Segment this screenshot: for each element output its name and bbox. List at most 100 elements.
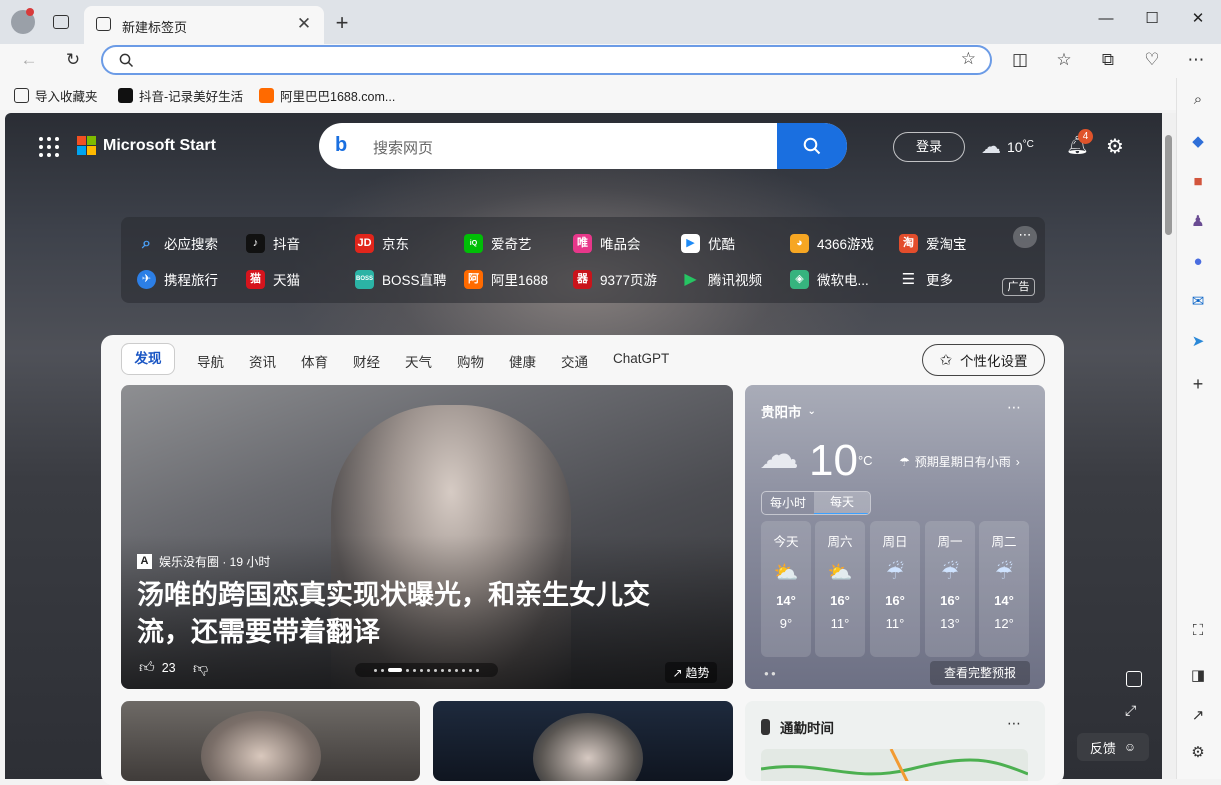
tab-finance[interactable]: 财经: [353, 351, 380, 371]
traffic-more-icon[interactable]: ⋯: [1007, 715, 1021, 732]
tab-new-tab[interactable]: 新建标签页 ✕: [84, 6, 324, 44]
weather-card-more-icon[interactable]: ⋯: [1007, 399, 1021, 416]
weather-pager-dots[interactable]: ● ●: [764, 669, 776, 678]
games-icon[interactable]: ♟: [1187, 211, 1209, 233]
new-tab-button[interactable]: +: [330, 12, 354, 36]
hero-headline[interactable]: 汤唯的跨国恋真实现状曝光，和亲生女儿交流，还需要带着翻译: [137, 577, 697, 651]
thumbs-down-icon[interactable]: 👎︎: [193, 660, 208, 678]
collections-icon[interactable]: ⧉: [1096, 48, 1120, 72]
quicklink-1688[interactable]: 阿阿里1688: [464, 269, 548, 289]
toggle-hourly[interactable]: 每小时: [762, 492, 814, 514]
quicklinks-more-options-icon[interactable]: ⋯: [1013, 226, 1037, 248]
tab-weather[interactable]: 天气: [405, 351, 432, 371]
address-bar[interactable]: ☆: [101, 45, 992, 75]
quicklink-youku[interactable]: ▶ 优酷: [681, 233, 735, 253]
feedback-button[interactable]: 反馈 ☺: [1077, 733, 1149, 761]
quicklink-tmall[interactable]: 猫天猫: [246, 269, 300, 289]
quicklink-microsoft-store[interactable]: ◈ 微软电...: [790, 269, 869, 289]
bookmark-import[interactable]: 导入收藏夹: [14, 86, 98, 104]
quicklink-jd[interactable]: JD 京东: [355, 233, 409, 253]
tab-navigation[interactable]: 导航: [197, 351, 224, 371]
forecast-day[interactable]: 周一 ☔ 16° 13°: [925, 521, 975, 657]
background-image-icon[interactable]: [1126, 671, 1142, 687]
quicklink-bing[interactable]: ⌕ 必应搜索: [137, 233, 218, 253]
profile-avatar[interactable]: [11, 8, 35, 34]
expand-icon[interactable]: ⤢: [1125, 702, 1136, 719]
screenshot-icon[interactable]: ⛶: [1187, 620, 1209, 642]
forecast-day[interactable]: 周日 ☔ 16° 11°: [870, 521, 920, 657]
split-screen-icon[interactable]: ◫: [1008, 48, 1032, 72]
send-icon[interactable]: ➤: [1187, 331, 1209, 353]
add-sidebar-icon[interactable]: +: [1187, 373, 1209, 395]
login-button[interactable]: 登录: [893, 132, 965, 162]
quicklink-9377[interactable]: 器 9377页游: [573, 269, 657, 289]
toolbox-icon[interactable]: ■: [1187, 171, 1209, 193]
weather-widget[interactable]: ☁ 10°C: [981, 134, 1034, 159]
like-button[interactable]: 👍︎ 23: [139, 659, 176, 677]
tab-sports[interactable]: 体育: [301, 351, 328, 371]
forecast-day[interactable]: 今天 ⛅ 14° 9°: [761, 521, 811, 657]
maximize-button[interactable]: ☐: [1129, 4, 1175, 34]
carousel-dots[interactable]: [355, 663, 498, 677]
refresh-icon[interactable]: ↻: [61, 48, 85, 72]
ad-label: 广告: [1002, 278, 1035, 296]
quicklink-douyin[interactable]: ♪ 抖音: [246, 233, 300, 253]
full-forecast-button[interactable]: 查看完整预报: [930, 661, 1030, 685]
sidebar-toggle-icon[interactable]: ◨: [1187, 665, 1209, 687]
search-icon[interactable]: ⌕: [1187, 89, 1209, 111]
settings-icon[interactable]: ⚙: [1187, 742, 1209, 764]
apps-grid-icon[interactable]: [39, 137, 59, 157]
copilot-icon[interactable]: ●: [1187, 251, 1209, 273]
search-input[interactable]: 搜索网页: [373, 137, 433, 158]
toggle-daily[interactable]: 每天: [814, 492, 871, 514]
tab-health[interactable]: 健康: [509, 351, 536, 371]
tab-news[interactable]: 资讯: [249, 351, 276, 371]
browser-essentials-icon[interactable]: ♡: [1140, 48, 1164, 72]
minimize-button[interactable]: —: [1083, 4, 1129, 34]
quicklink-more[interactable]: ☰ 更多: [899, 269, 953, 289]
shopping-tag-icon[interactable]: ◆: [1187, 131, 1209, 153]
external-link-icon[interactable]: ↗: [1187, 705, 1209, 727]
hero-news-card[interactable]: A 娱乐没有圈 · 19 小时 汤唯的跨国恋真实现状曝光，和亲生女儿交流，还需要…: [121, 385, 733, 689]
outlook-icon[interactable]: ✉: [1187, 291, 1209, 313]
quicklink-boss[interactable]: BOSS BOSS直聘: [355, 269, 447, 289]
tab-actions-icon[interactable]: [53, 15, 69, 29]
web-search-box[interactable]: b 搜索网页: [319, 123, 847, 169]
back-icon[interactable]: ←: [17, 48, 41, 72]
quicklink-vip[interactable]: 唯唯品会: [573, 233, 641, 253]
bookmark-1688[interactable]: 阿里巴巴1688.com...: [259, 86, 395, 104]
tab-discover[interactable]: 发现: [121, 343, 175, 375]
personalize-button[interactable]: ✩ 个性化设置: [922, 344, 1045, 376]
more-menu-icon[interactable]: ⋯: [1184, 48, 1208, 72]
traffic-map[interactable]: [760, 748, 1029, 781]
tab-traffic[interactable]: 交通: [561, 351, 588, 371]
forecast-day[interactable]: 周二 ☔ 14° 12°: [979, 521, 1029, 657]
brand[interactable]: Microsoft Start: [77, 136, 216, 155]
quicklink-iqiyi[interactable]: iQ 爱奇艺: [464, 233, 532, 253]
favorite-star-icon[interactable]: ☆: [961, 49, 976, 69]
news-card[interactable]: [121, 701, 420, 781]
scrollbar-thumb[interactable]: [1165, 135, 1172, 235]
hero-source[interactable]: A 娱乐没有圈 · 19 小时: [137, 553, 270, 570]
forecast-day[interactable]: 周六 ⛅ 16° 11°: [815, 521, 865, 657]
forecast-toggle[interactable]: 每小时 每天: [761, 491, 872, 515]
trend-badge[interactable]: ↗ 趋势: [665, 662, 717, 683]
notifications-button[interactable]: 🔔︎ 4: [1066, 129, 1093, 159]
quicklink-aitaobao[interactable]: 淘爱淘宝: [899, 233, 967, 253]
tab-chatgpt[interactable]: ChatGPT: [613, 351, 669, 366]
close-window-button[interactable]: ✕: [1175, 4, 1221, 34]
tab-shopping[interactable]: 购物: [457, 351, 484, 371]
quicklink-4366[interactable]: ◕ 4366游戏: [790, 233, 874, 253]
day-name: 周二: [991, 535, 1017, 549]
favorites-icon[interactable]: ☆: [1052, 48, 1076, 72]
quicklink-ctrip[interactable]: ✈ 携程旅行: [137, 269, 218, 289]
city-selector[interactable]: 贵阳市 ⌄: [761, 401, 816, 421]
news-card[interactable]: [433, 701, 733, 781]
search-button[interactable]: [777, 123, 847, 169]
quicklink-tencent-video[interactable]: ▶ 腾讯视频: [681, 269, 762, 289]
bookmark-douyin[interactable]: 抖音-记录美好生活: [118, 86, 243, 104]
close-tab-icon[interactable]: ✕: [294, 14, 314, 34]
page-settings-icon[interactable]: ⚙: [1106, 134, 1124, 159]
traffic-card[interactable]: 通勤时间 ⋯: [745, 701, 1045, 781]
forecast-note[interactable]: ☂ 预期星期日有小雨 ›: [899, 453, 1020, 470]
